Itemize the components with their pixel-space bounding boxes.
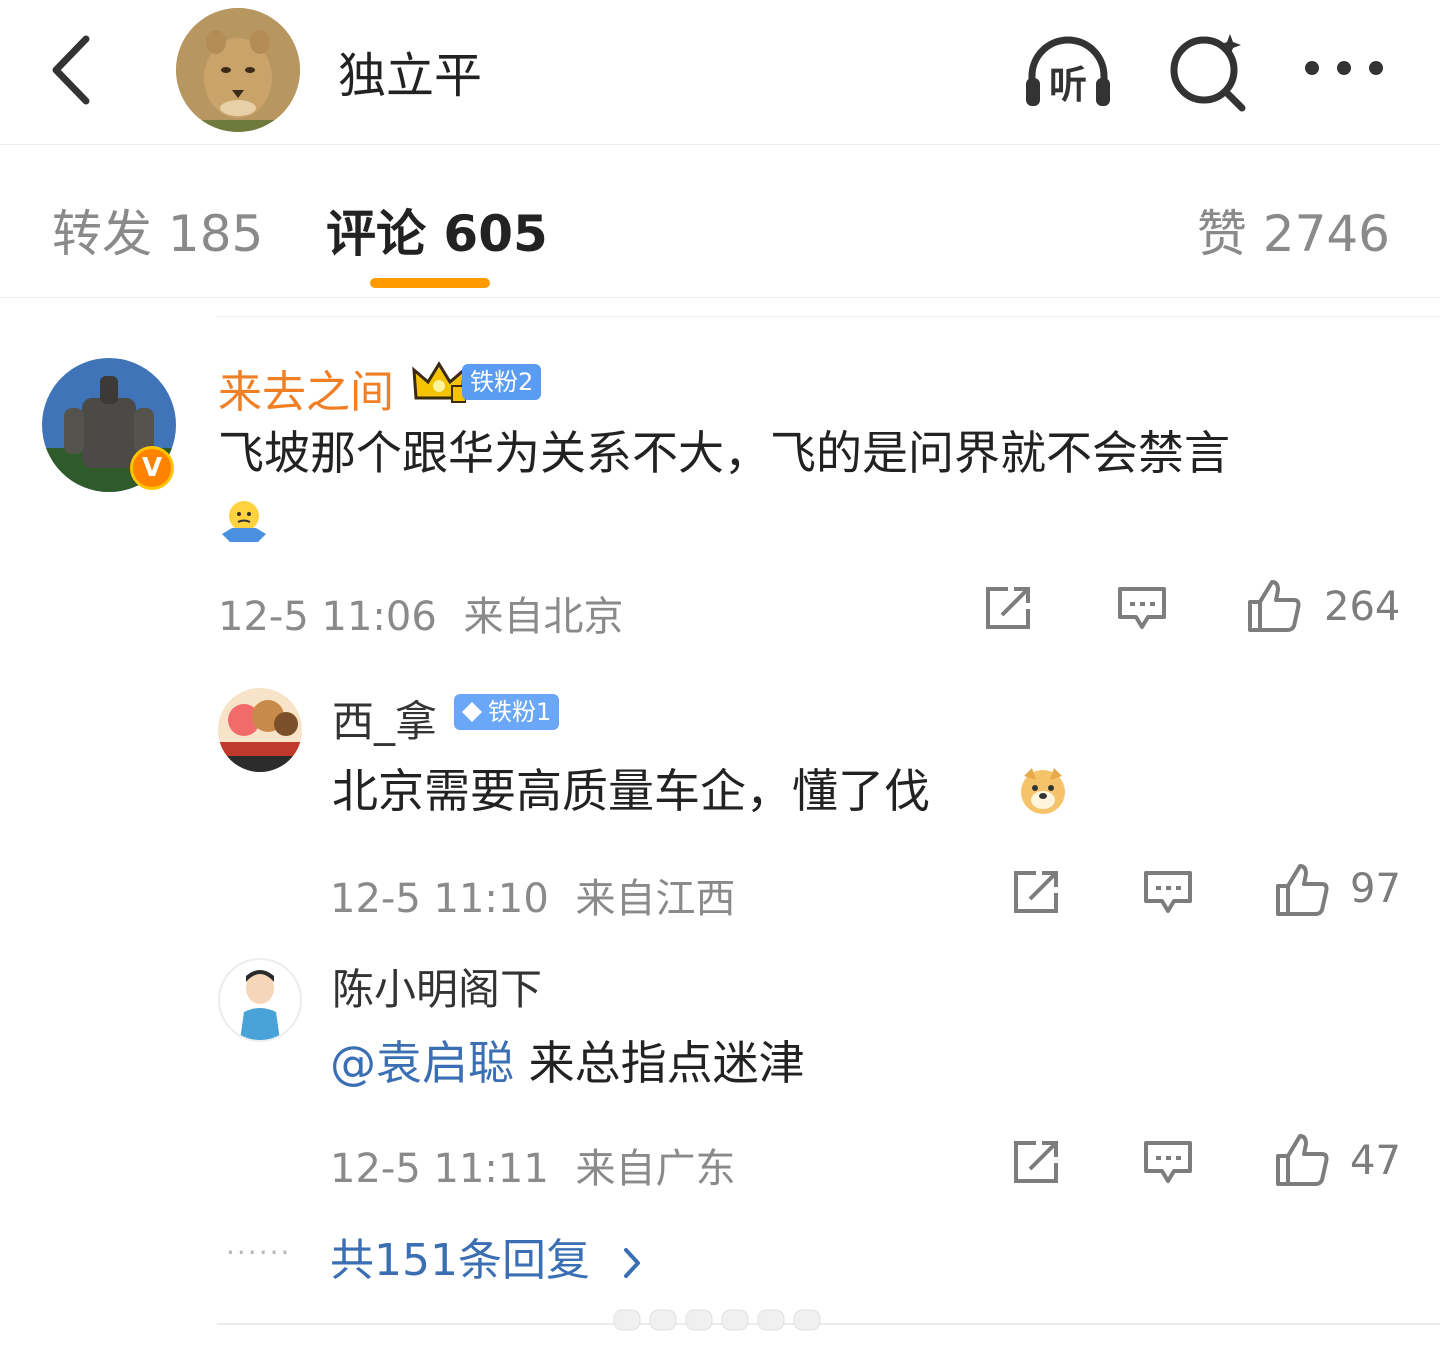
watermark-dots <box>613 1309 821 1331</box>
comment-icon <box>1144 1141 1192 1183</box>
like-count: 47 <box>1350 1138 1401 1184</box>
reply-button[interactable] <box>1138 1134 1198 1190</box>
reply-text: 北京需要高质量车企，懂了伐 <box>332 758 930 824</box>
headphones-icon: 听 <box>1026 36 1110 107</box>
view-all-replies-link[interactable]: 共151条回复 <box>330 1224 642 1288</box>
comment-icon <box>1118 587 1166 629</box>
like-count: 97 <box>1350 866 1401 912</box>
more-dots-icon <box>1305 61 1383 75</box>
svg-text:听: 听 <box>1049 63 1087 107</box>
fan-badge: 铁粉2 <box>462 364 542 400</box>
reply-username[interactable]: 陈小明阁下 <box>332 956 542 1017</box>
reply-avatar[interactable] <box>218 688 302 772</box>
like-button[interactable] <box>1244 576 1304 636</box>
reply-button[interactable] <box>1112 580 1172 636</box>
active-tab-indicator <box>370 278 490 288</box>
lion-avatar-image <box>176 8 300 132</box>
comment-location: 来自北京 <box>463 594 624 640</box>
like-count: 264 <box>1324 584 1401 630</box>
divider <box>217 316 1440 317</box>
thumbs-up-icon <box>1248 580 1301 632</box>
diamond-icon <box>462 702 482 722</box>
like-button[interactable] <box>1272 860 1332 920</box>
doge-emoji-icon <box>1021 768 1065 814</box>
share-button[interactable] <box>978 580 1038 636</box>
fan-badge-label: 铁粉1 <box>488 698 552 726</box>
replies-count-label: 共151条回复 <box>330 1235 590 1286</box>
comment-meta: 12-5 11:06 来自北京 <box>218 584 624 642</box>
tab-repost[interactable]: 转发 185 <box>52 194 263 266</box>
reply-time: 12-5 11:11 <box>330 1146 549 1192</box>
share-icon <box>1014 871 1058 913</box>
game-avatar-image <box>218 688 302 772</box>
verified-badge-icon: V <box>130 446 174 490</box>
top-bar: 独立平 听 <box>0 0 1440 145</box>
cartoon-boy-avatar-image <box>220 960 300 1040</box>
reply-username[interactable]: 西_拿 <box>332 688 437 749</box>
thumbs-up-icon <box>1276 864 1329 916</box>
chevron-left-icon <box>52 35 90 105</box>
reply-body: 北京需要高质量车企，懂了伐 <box>332 764 930 818</box>
fan-badge: 铁粉1 <box>454 694 560 730</box>
reply-button[interactable] <box>1138 864 1198 920</box>
reply-meta: 12-5 11:10 来自江西 <box>330 866 736 924</box>
replies-leader: ······ <box>226 1236 292 1269</box>
thumbs-up-icon <box>1276 1134 1329 1186</box>
page-title: 独立平 <box>338 48 483 104</box>
tab-comments[interactable]: 评论 605 <box>326 194 548 266</box>
reply-meta: 12-5 11:11 来自广东 <box>330 1136 736 1194</box>
author-avatar[interactable] <box>176 8 300 132</box>
reply-location: 来自江西 <box>575 876 736 922</box>
comment-body: 飞坡那个跟华为关系不大，飞的是问界就不会禁言 <box>218 426 1230 480</box>
reply-time: 12-5 11:10 <box>330 876 549 922</box>
share-button[interactable] <box>1006 864 1066 920</box>
search-button[interactable] <box>1160 28 1256 112</box>
shrug-emoji-icon <box>222 501 266 542</box>
comment-time: 12-5 11:06 <box>218 594 437 640</box>
more-button[interactable] <box>1296 28 1392 112</box>
share-icon <box>986 587 1030 629</box>
mention-link[interactable]: @袁启聪 <box>330 1036 514 1090</box>
like-button[interactable] <box>1272 1130 1332 1190</box>
comment-icon <box>1144 871 1192 913</box>
reply-avatar[interactable] <box>218 958 302 1042</box>
reply-location: 来自广东 <box>575 1146 736 1192</box>
crown-icon <box>412 361 466 403</box>
comment-text: 飞坡那个跟华为关系不大，飞的是问界就不会禁言 <box>218 420 1408 486</box>
tab-bar: 转发 185 评论 605 赞 2746 <box>0 146 1440 298</box>
share-button[interactable] <box>1006 1134 1066 1190</box>
chevron-right-icon <box>623 1248 640 1278</box>
reply-body: 来总指点迷津 <box>514 1036 805 1090</box>
commenter-name[interactable]: 来去之间 <box>218 356 394 420</box>
tab-likes[interactable]: 赞 2746 <box>1197 194 1390 266</box>
search-icon <box>1170 34 1246 112</box>
back-button[interactable] <box>40 30 100 110</box>
share-icon <box>1014 1141 1058 1183</box>
listen-button[interactable]: 听 <box>1020 28 1116 112</box>
reply-text: @袁启聪 来总指点迷津 <box>330 1030 805 1096</box>
